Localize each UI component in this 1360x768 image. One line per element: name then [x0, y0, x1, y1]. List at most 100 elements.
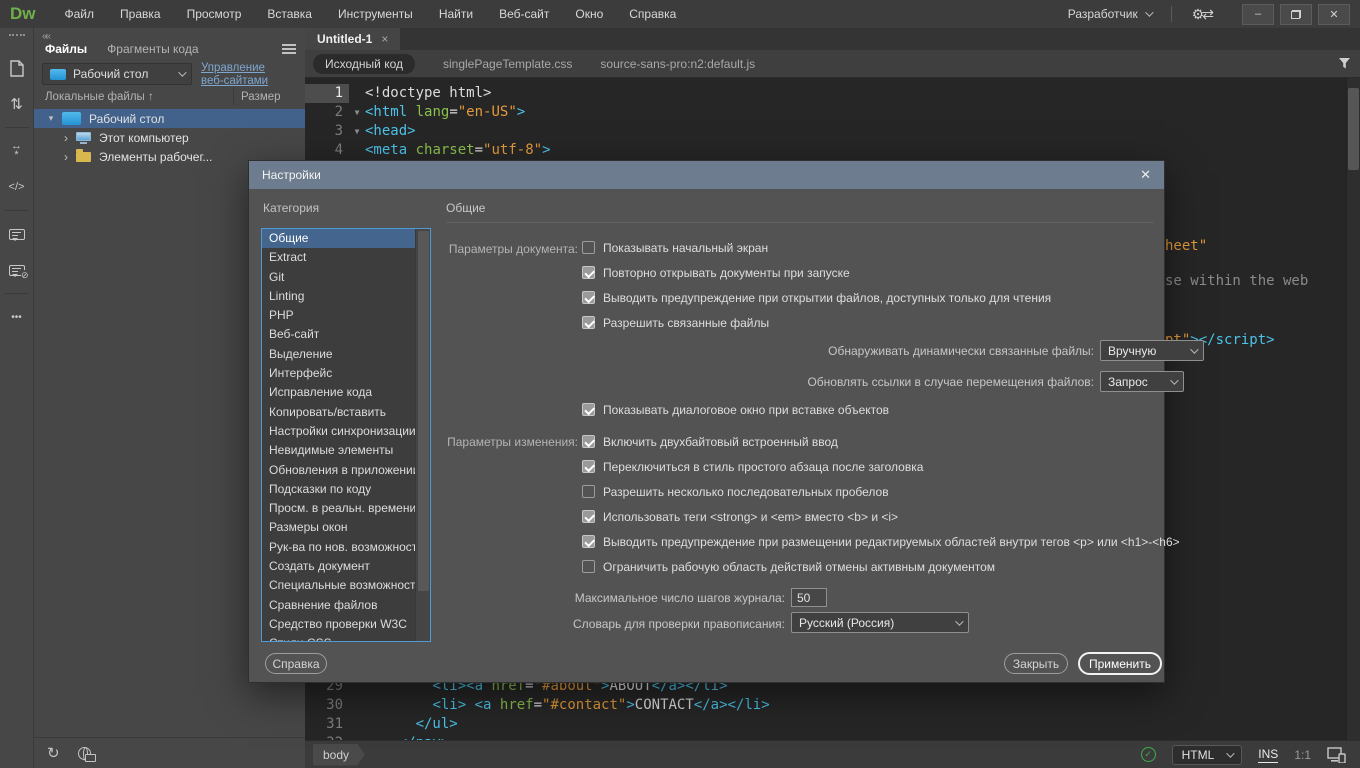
menu-item-1[interactable]: Правка — [107, 0, 174, 28]
menu-item-5[interactable]: Найти — [426, 0, 486, 28]
tab-files[interactable]: Файлы — [45, 42, 87, 56]
column-local-files[interactable]: Локальные файлы ↑ — [45, 91, 154, 103]
collapse-icon[interactable]: › — [60, 131, 72, 145]
checkbox[interactable] — [582, 291, 595, 304]
select-control[interactable]: Вручную — [1100, 340, 1204, 361]
checkbox[interactable] — [582, 316, 595, 329]
insert-mode-indicator[interactable]: INS — [1258, 747, 1278, 763]
checkbox[interactable] — [582, 535, 595, 548]
menu-item-0[interactable]: Файл — [52, 0, 108, 28]
checkbox[interactable] — [582, 435, 595, 448]
file-tool-button[interactable] — [0, 50, 34, 86]
collapse-icon[interactable]: › — [60, 150, 72, 164]
checkbox[interactable] — [582, 560, 595, 573]
category-item[interactable]: Интерфейс — [262, 364, 430, 383]
menu-item-6[interactable]: Веб-сайт — [486, 0, 562, 28]
history-steps-input[interactable] — [791, 588, 827, 607]
related-file-css[interactable]: singlePageTemplate.css — [443, 57, 572, 71]
category-item[interactable]: Исправление кода — [262, 383, 430, 402]
code-edit-tool-button[interactable]: </> — [0, 169, 34, 205]
code-token: CONTACT — [635, 697, 694, 713]
category-item[interactable]: PHP — [262, 306, 430, 325]
desktop-icon — [62, 112, 81, 125]
scrollbar-thumb[interactable] — [1348, 88, 1359, 170]
file-list-header: Локальные файлы ↑ Размер — [45, 91, 297, 103]
tree-row-desktop[interactable]: ▾ Рабочий стол — [34, 109, 305, 128]
menu-item-8[interactable]: Справка — [616, 0, 689, 28]
checkbox[interactable] — [582, 460, 595, 473]
column-divider[interactable] — [233, 89, 234, 105]
tag-selector-body[interactable]: body — [313, 744, 365, 766]
spelling-dict-select[interactable]: Русский (Россия) — [791, 612, 969, 633]
menu-item-3[interactable]: Вставка — [254, 0, 325, 28]
code-token: <head> — [365, 123, 416, 139]
menu-item-2[interactable]: Просмотр — [174, 0, 255, 28]
wrap-tool-button[interactable]: ↔ * — [0, 133, 34, 169]
remove-comment-tool-button[interactable] — [0, 252, 34, 288]
category-item[interactable]: Веб-сайт — [262, 325, 430, 344]
code-token: </a></li> — [694, 697, 770, 713]
category-item[interactable]: Обновления в приложении — [262, 461, 430, 480]
minimize-button[interactable]: – — [1242, 4, 1274, 25]
close-dialog-button[interactable]: Закрыть — [1004, 653, 1068, 674]
checkbox[interactable] — [582, 403, 595, 416]
code-token: <html — [365, 104, 407, 120]
sync-status-icon[interactable] — [78, 747, 91, 760]
category-item[interactable]: Размеры окон — [262, 518, 430, 537]
code-line: 3▼<head> — [305, 122, 1346, 141]
workspace-switcher[interactable]: Разработчик — [1054, 7, 1165, 21]
help-button[interactable]: Справка — [265, 653, 327, 674]
line-number: 4 — [305, 141, 349, 160]
tab-snippets[interactable]: Фрагменты кода — [107, 42, 198, 56]
code-token — [466, 697, 474, 713]
doctype-select[interactable]: HTML — [1172, 745, 1243, 765]
drag-handle[interactable] — [9, 34, 25, 36]
tree-row-computer[interactable]: › Этот компьютер — [34, 128, 305, 147]
close-tab-icon[interactable]: × — [381, 32, 388, 46]
checkbox-label: Использовать теги <strong> и <em> вместо… — [603, 510, 898, 524]
category-item[interactable]: Linting — [262, 287, 430, 306]
collapse-panel-icon[interactable]: «« — [42, 31, 49, 42]
sort-tool-button[interactable]: ⇅ — [0, 86, 34, 122]
apply-button[interactable]: Применить — [1078, 652, 1162, 675]
manage-sites-line1: Управление — [201, 62, 265, 74]
comment-tool-button[interactable] — [0, 216, 34, 252]
related-file-js[interactable]: source-sans-pro:n2:default.js — [600, 57, 755, 71]
category-item[interactable]: Копировать/вставить — [262, 403, 430, 422]
category-item[interactable]: Выделение — [262, 345, 430, 364]
restore-button[interactable] — [1280, 4, 1312, 25]
column-size[interactable]: Размер — [241, 91, 281, 103]
category-item[interactable]: Просм. в реальн. времени — [262, 499, 430, 518]
site-select[interactable]: Рабочий стол — [42, 63, 192, 85]
checkbox[interactable] — [582, 241, 595, 254]
checkbox-label: Разрешить связанные файлы — [603, 316, 769, 330]
realtime-preview-icon[interactable] — [1327, 747, 1346, 763]
refresh-icon[interactable]: ↻ — [47, 744, 60, 762]
panel-menu-icon[interactable] — [282, 44, 296, 56]
sync-settings-icon[interactable]: ⚙⇄ — [1178, 6, 1226, 23]
filter-icon[interactable] — [1338, 57, 1351, 70]
expand-icon[interactable]: ▾ — [44, 113, 58, 124]
comment-icon — [9, 229, 25, 240]
related-file-source[interactable]: Исходный код — [313, 54, 415, 74]
menu-item-4[interactable]: Инструменты — [325, 0, 426, 28]
checkbox[interactable] — [582, 510, 595, 523]
checkbox[interactable] — [582, 485, 595, 498]
category-item[interactable]: Git — [262, 268, 430, 287]
more-tools-button[interactable]: ••• — [0, 299, 34, 335]
document-tab[interactable]: Untitled-1 × — [305, 28, 400, 50]
scrollbar-thumb[interactable] — [418, 231, 429, 591]
dialog-titlebar[interactable]: Настройки ✕ — [249, 161, 1164, 189]
category-item[interactable]: Рук-ва по нов. возможностям — [262, 538, 430, 557]
close-button[interactable]: ✕ — [1318, 4, 1350, 25]
category-item[interactable]: Подсказки по коду — [262, 480, 430, 499]
checkbox[interactable] — [582, 266, 595, 279]
select-control[interactable]: Запрос — [1100, 371, 1184, 392]
menu-item-7[interactable]: Окно — [562, 0, 616, 28]
editor-scrollbar[interactable] — [1346, 78, 1360, 740]
edit-options-group-label: Параметры изменения: — [309, 435, 578, 449]
category-item[interactable]: Стили CSS — [262, 634, 430, 642]
dialog-close-icon[interactable]: ✕ — [1140, 167, 1151, 183]
category-item[interactable]: Создать документ — [262, 557, 430, 576]
manage-sites-link[interactable]: Управление веб-сайтами — [201, 62, 301, 88]
